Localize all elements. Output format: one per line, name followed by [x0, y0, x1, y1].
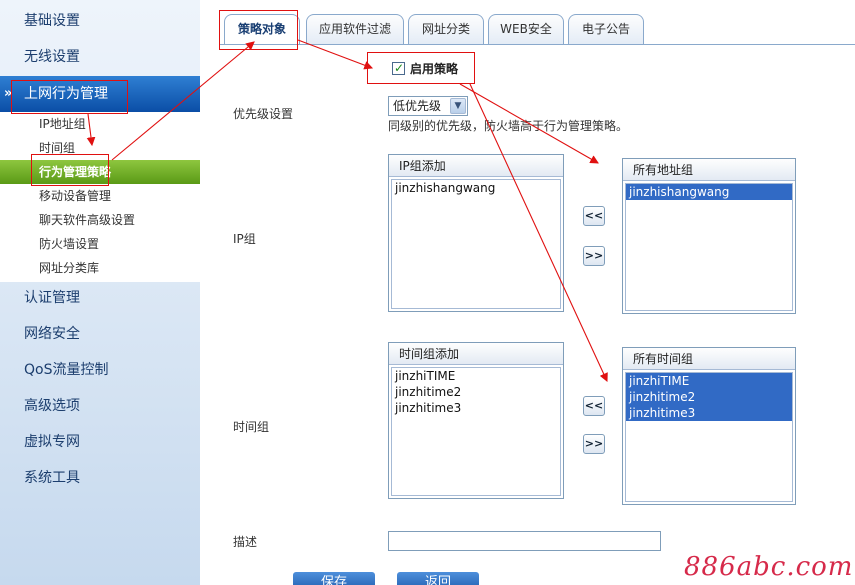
time-added-listbox[interactable]: jinzhiTIME jinzhitime2 jinzhitime3 — [391, 367, 561, 496]
ip-move-left-button[interactable]: << — [583, 206, 605, 226]
submenu-item-chat-software[interactable]: 聊天软件高级设置 — [0, 208, 200, 232]
enable-policy-checkbox[interactable] — [392, 60, 405, 76]
priority-select-value: 低优先级 — [393, 99, 442, 113]
priority-hint: 同级别的优先级，防火墙高于行为管理策略。 — [388, 119, 629, 133]
time-group-label: 时间组 — [233, 420, 270, 434]
list-item[interactable]: jinzhitime3 — [392, 400, 560, 416]
list-item[interactable]: jinzhiTIME — [392, 368, 560, 384]
sidebar-item-behavior-management[interactable]: » 上网行为管理 — [0, 76, 200, 112]
time-added-header: 时间组添加 — [389, 343, 563, 365]
list-item[interactable]: jinzhitime3 — [626, 405, 792, 421]
ip-added-listbox[interactable]: jinzhishangwang — [391, 179, 561, 309]
sidebar-item-system-tools[interactable]: 系统工具 — [0, 460, 200, 496]
tab-divider — [220, 44, 855, 45]
list-item[interactable]: jinzhitime2 — [626, 389, 792, 405]
ip-all-header: 所有地址组 — [623, 159, 795, 181]
submenu-item-time-group[interactable]: 时间组 — [0, 136, 200, 160]
tab-bulletin[interactable]: 电子公告 — [568, 14, 644, 44]
chevron-down-icon: ▼ — [450, 98, 466, 114]
enable-policy-label: 启用策略 — [410, 62, 459, 76]
double-chevron-right-icon: » — [4, 86, 13, 101]
ip-all-panel: 所有地址组 jinzhishangwang — [622, 158, 796, 314]
sidebar-item-network-security[interactable]: 网络安全 — [0, 316, 200, 352]
sidebar-item-basic-settings[interactable]: 基础设置 — [0, 3, 200, 39]
time-added-panel: 时间组添加 jinzhiTIME jinzhitime2 jinzhitime3 — [388, 342, 564, 499]
priority-select[interactable]: 低优先级 ▼ — [388, 96, 468, 116]
tab-web-security[interactable]: WEB安全 — [488, 14, 564, 44]
list-item[interactable]: jinzhishangwang — [626, 184, 792, 200]
submenu-item-url-library[interactable]: 网址分类库 — [0, 256, 200, 280]
time-all-header: 所有时间组 — [623, 348, 795, 370]
enable-policy-row: 启用策略 — [392, 60, 459, 77]
list-item[interactable]: jinzhiTIME — [626, 373, 792, 389]
submenu: IP地址组 时间组 行为管理策略 移动设备管理 聊天软件高级设置 防火墙设置 网… — [0, 112, 200, 282]
time-move-left-button[interactable]: << — [583, 396, 605, 416]
back-button[interactable]: 返回 — [397, 572, 479, 585]
sidebar-item-qos[interactable]: QoS流量控制 — [0, 352, 200, 388]
description-label: 描述 — [233, 535, 258, 549]
priority-label: 优先级设置 — [233, 107, 294, 121]
list-item[interactable]: jinzhitime2 — [392, 384, 560, 400]
ip-added-panel: IP组添加 jinzhishangwang — [388, 154, 564, 312]
sidebar: 基础设置 无线设置 » 上网行为管理 IP地址组 时间组 行为管理策略 移动设备… — [0, 0, 200, 585]
tab-policy-object[interactable]: 策略对象 — [224, 14, 300, 44]
submenu-item-mobile-devices[interactable]: 移动设备管理 — [0, 184, 200, 208]
submenu-item-ip-group[interactable]: IP地址组 — [0, 112, 200, 136]
ip-added-header: IP组添加 — [389, 155, 563, 177]
tab-app-filter[interactable]: 应用软件过滤 — [306, 14, 404, 44]
time-all-panel: 所有时间组 jinzhiTIME jinzhitime2 jinzhitime3 — [622, 347, 796, 505]
time-move-right-button[interactable]: >> — [583, 434, 605, 454]
sidebar-item-label: 上网行为管理 — [24, 86, 108, 102]
sidebar-item-wireless-settings[interactable]: 无线设置 — [0, 39, 200, 75]
description-input[interactable] — [388, 531, 661, 551]
time-all-listbox[interactable]: jinzhiTIME jinzhitime2 jinzhitime3 — [625, 372, 793, 502]
submenu-item-behavior-policy[interactable]: 行为管理策略 — [0, 160, 200, 184]
watermark-logo: 886abc.com — [684, 552, 854, 582]
ip-group-label: IP组 — [233, 232, 256, 246]
sidebar-item-vpn[interactable]: 虚拟专网 — [0, 424, 200, 460]
ip-all-listbox[interactable]: jinzhishangwang — [625, 183, 793, 311]
list-item[interactable]: jinzhishangwang — [392, 180, 560, 196]
sidebar-item-advanced[interactable]: 高级选项 — [0, 388, 200, 424]
submenu-item-firewall[interactable]: 防火墙设置 — [0, 232, 200, 256]
save-button[interactable]: 保存 — [293, 572, 375, 585]
ip-move-right-button[interactable]: >> — [583, 246, 605, 266]
tab-url-category[interactable]: 网址分类 — [408, 14, 484, 44]
sidebar-item-auth-management[interactable]: 认证管理 — [0, 280, 200, 316]
